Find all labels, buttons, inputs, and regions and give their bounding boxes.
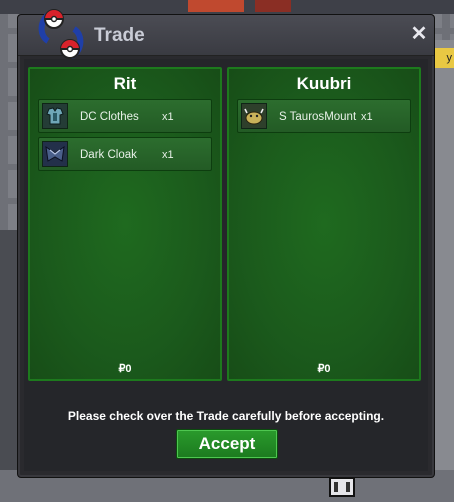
background-right-wall	[432, 40, 454, 500]
offer-item[interactable]: DC Clothes x1	[38, 99, 212, 133]
item-quantity: x1	[162, 149, 174, 161]
accept-button[interactable]: Accept	[176, 429, 278, 459]
clothes-icon	[42, 103, 68, 129]
item-quantity: x1	[162, 111, 174, 123]
trade-logo-icon	[38, 9, 84, 60]
trade-notice: Please check over the Trade carefully be…	[67, 409, 385, 423]
cloak-icon	[42, 141, 68, 167]
npc-sprite-icon	[329, 477, 355, 497]
tauros-mount-icon	[241, 103, 267, 129]
right-player-name: Kuubri	[296, 74, 352, 93]
close-icon[interactable]: ✕	[410, 24, 428, 44]
item-quantity: x1	[361, 111, 373, 123]
left-money: ₽0	[118, 363, 132, 375]
trade-window: Trade ✕ Rit DC Clothes x1 Dark Cloak x1 …	[17, 9, 435, 478]
background-red-roof-2	[255, 0, 291, 12]
left-offer-panel: Rit DC Clothes x1 Dark Cloak x1 ₽0	[28, 67, 222, 381]
offer-item[interactable]: Dark Cloak x1	[38, 137, 212, 171]
item-name-line-1: S Tauros	[279, 110, 325, 123]
left-player-name: Rit	[113, 74, 137, 93]
item-name-line-2: Mount	[324, 110, 357, 123]
right-money: ₽0	[317, 363, 331, 375]
item-name: DC Clothes	[80, 110, 139, 123]
window-title: Trade	[94, 25, 145, 46]
item-name: S Tauros Mount	[279, 100, 359, 134]
background-red-roof	[188, 0, 244, 12]
item-name: Dark Cloak	[80, 148, 137, 161]
offer-item[interactable]: S Tauros Mount x1	[237, 99, 411, 133]
side-tag: y	[432, 48, 454, 68]
right-offer-panel: Kuubri S Tauros Mount x1 ₽0	[227, 67, 421, 381]
trade-body: Rit DC Clothes x1 Dark Cloak x1 ₽0 Kuubr…	[24, 59, 428, 471]
